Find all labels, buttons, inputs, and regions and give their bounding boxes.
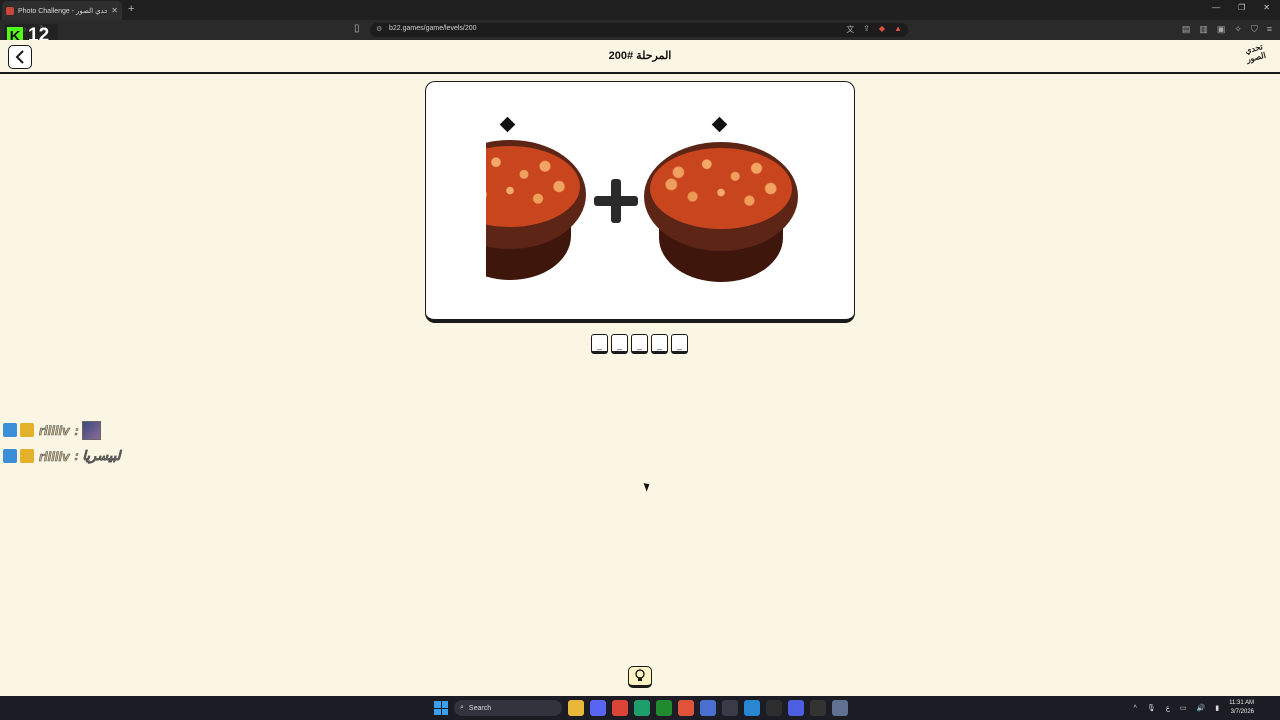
app-icon[interactable] [634, 700, 650, 716]
wallet-icon[interactable]: ▣ [1217, 24, 1226, 35]
shield-icon[interactable] [700, 700, 716, 716]
chat-username: rlllllv [39, 448, 70, 464]
lightbulb-icon [635, 669, 645, 681]
back-button[interactable] [8, 45, 32, 69]
address-bar[interactable]: ⚙ b22.games/game/levels/200 文 ⇪ ◆ ▲ [370, 23, 908, 37]
tab-title: Photo Challenge - تحدي الصور [18, 7, 108, 15]
vpn-icon[interactable]: ⛉ [1251, 24, 1258, 35]
taskbar-apps [568, 700, 848, 716]
volume-icon[interactable]: 🔊 [1197, 704, 1206, 712]
chrome-icon[interactable] [612, 700, 628, 716]
site-info-icon[interactable]: ⚙ [376, 25, 382, 33]
chat-text: : [74, 422, 79, 438]
system-tray: ^ 🎙 ع ▭ 🔊 ▮ 11:31 AM 3/7/2026 [1134, 699, 1254, 717]
share-icon[interactable]: ⇪ [863, 24, 870, 35]
window-controls: — ❐ ✕ [1212, 3, 1270, 12]
answer-slot[interactable]: _ [591, 334, 608, 354]
restore-icon[interactable]: ❐ [1238, 3, 1245, 12]
reader-icon[interactable]: ▥ [1199, 24, 1208, 35]
chat-text: : لبيسريا [74, 448, 121, 464]
brave-rewards-icon[interactable]: ▲ [894, 24, 902, 35]
battery-icon[interactable]: ▮ [1215, 704, 1219, 712]
tray-chevron-icon[interactable]: ^ [1134, 705, 1137, 712]
chat-message: rlllllv : [3, 420, 120, 440]
sidebar-icon[interactable]: ▤ [1182, 24, 1191, 35]
system-clock[interactable]: 11:31 AM 3/7/2026 [1229, 699, 1254, 717]
windows-start-icon[interactable] [434, 701, 448, 715]
answer-slot[interactable]: _ [611, 334, 628, 354]
moderator-badge-icon [3, 449, 17, 463]
brave-shields-icon[interactable]: ◆ [879, 24, 885, 35]
puzzle-image-card [425, 81, 855, 323]
browser-toolbar: ‹ › ↻ ▯ ⚙ b22.games/game/levels/200 文 ⇪ … [0, 20, 1280, 40]
tab-favicon-icon [6, 6, 14, 15]
os-taskbar: ⌕ Search ^ 🎙 ع ▭ 🔊 ▮ 11:31 AM 3/7/2026 [0, 696, 1280, 720]
extensions-icon[interactable]: ✧ [1234, 24, 1242, 35]
plus-icon [594, 179, 638, 223]
epic-games-icon[interactable] [766, 700, 782, 716]
taskbar-search[interactable]: ⌕ Search [454, 700, 562, 716]
discord-icon[interactable] [590, 700, 606, 716]
settings-icon[interactable] [832, 700, 848, 716]
obs-icon[interactable] [810, 700, 826, 716]
right-diamond-icon [711, 116, 728, 133]
taskbar-search-label: Search [468, 704, 492, 712]
page-header: المرحلة #200 تحدي الصور [0, 40, 1280, 74]
bookmark-icon[interactable]: ▯ [354, 23, 360, 34]
stream-chat-overlay: rlllllv : rlllllv : لبيسريا [3, 420, 121, 473]
chat-message: rlllllv : لبيسريا [3, 447, 121, 465]
close-window-icon[interactable]: ✕ [1263, 3, 1270, 12]
file-explorer-icon[interactable] [568, 700, 584, 716]
search-icon: ⌕ [460, 704, 464, 711]
browser-tab[interactable]: Photo Challenge - تحدي الصور ✕ [2, 1, 122, 20]
translate-icon[interactable]: 文 [846, 24, 854, 35]
answer-slots: _ _ _ _ _ [591, 334, 688, 354]
clock-time: 11:31 AM [1229, 700, 1254, 706]
brave-icon[interactable] [678, 700, 694, 716]
left-diamond-icon [499, 116, 516, 133]
app2-icon[interactable] [788, 700, 804, 716]
bean-bowl-image [644, 142, 798, 282]
url-text[interactable]: b22.games/game/levels/200 [389, 25, 477, 32]
chat-username: rlllllv [39, 422, 70, 438]
menu-icon[interactable]: ≡ [1267, 24, 1272, 35]
answer-slot[interactable]: _ [651, 334, 668, 354]
moderator-badge-icon [3, 423, 17, 437]
answer-slot[interactable]: _ [671, 334, 688, 354]
chevron-left-icon [15, 50, 24, 64]
tab-close-icon[interactable]: ✕ [111, 6, 118, 15]
network-icon[interactable]: ▭ [1180, 704, 1187, 712]
toolbar-right-icons: ▤ ▥ ▣ ✧ ⛉ ≡ [1182, 24, 1272, 35]
answer-slot[interactable]: _ [631, 334, 648, 354]
chat-emote-image [81, 420, 101, 440]
crown-badge-icon [20, 423, 34, 437]
edge-icon[interactable] [744, 700, 760, 716]
minimize-icon[interactable]: — [1212, 3, 1220, 12]
mouse-cursor-icon [643, 481, 652, 492]
address-bar-actions: 文 ⇪ ◆ ▲ [846, 24, 902, 35]
clock-date: 3/7/2026 [1230, 709, 1254, 715]
hint-button[interactable] [628, 666, 652, 688]
microphone-icon[interactable]: 🎙 [1147, 704, 1156, 712]
language-icon[interactable]: ع [1166, 704, 1170, 712]
xbox-icon[interactable] [656, 700, 672, 716]
store-icon[interactable] [722, 700, 738, 716]
level-title: المرحلة #200 [608, 50, 672, 62]
crown-badge-icon [20, 449, 34, 463]
browser-tabstrip: Photo Challenge - تحدي الصور ✕ + — ❐ ✕ [0, 0, 1280, 20]
game-logo[interactable]: تحدي الصور [1239, 41, 1272, 73]
new-tab-icon[interactable]: + [128, 3, 134, 15]
half-bean-bowl-image [486, 136, 586, 286]
